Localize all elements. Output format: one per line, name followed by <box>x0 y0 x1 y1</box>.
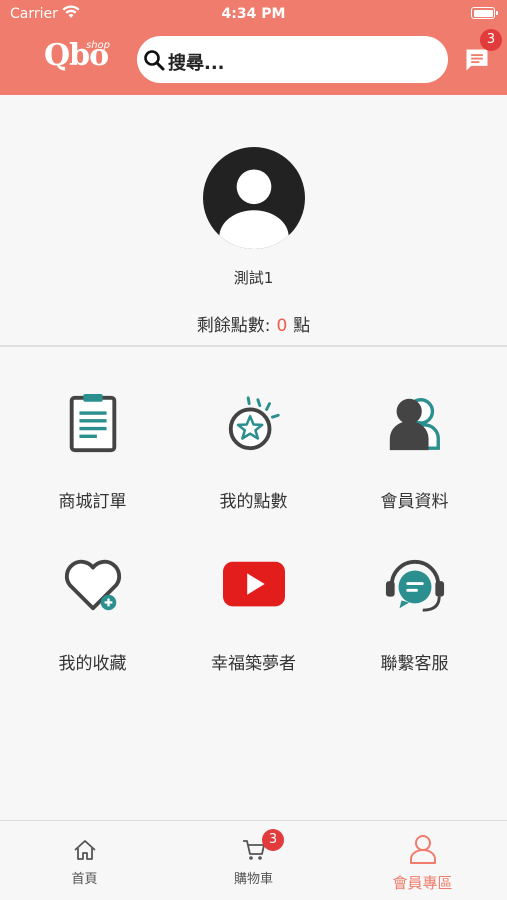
home-icon <box>74 840 96 860</box>
headset-icon <box>385 559 445 612</box>
avatar-icon[interactable] <box>203 147 305 249</box>
points-value: 0 <box>276 316 288 336</box>
profile-section: 測試1 剩餘點數: 0 點 <box>0 95 507 347</box>
points-unit: 點 <box>293 316 311 336</box>
clock: 4:34 PM <box>221 6 286 22</box>
menu-item-points[interactable]: 我的點數 <box>169 380 338 530</box>
menu-label: 幸福築夢者 <box>211 654 296 674</box>
tab-label: 購物車 <box>233 872 273 887</box>
tab-cart[interactable]: 購物車 <box>169 821 338 900</box>
menu-item-profile[interactable]: 會員資料 <box>330 380 499 530</box>
tab-label: 首頁 <box>71 872 98 887</box>
tab-bar: 首頁 購物車 會員專區 <box>0 820 507 900</box>
app-header: Carrier 4:34 PM Qbo shop 搜尋... 3 <box>0 0 507 95</box>
status-bar: Carrier 4:34 PM <box>0 0 507 30</box>
points-display: 剩餘點數: 0 點 <box>0 311 507 336</box>
tab-label: 會員專區 <box>392 874 453 892</box>
menu-item-support[interactable]: 聯繫客服 <box>330 542 499 692</box>
menu-label: 會員資料 <box>380 492 449 512</box>
shop-logo[interactable]: Qbo shop <box>44 38 120 78</box>
star-badge-icon <box>228 396 280 451</box>
menu-item-favorites[interactable]: 我的收藏 <box>8 542 177 692</box>
tab-home[interactable]: 首頁 <box>0 821 169 900</box>
search-bar[interactable]: 搜尋... <box>137 36 448 83</box>
logo-subtext: shop <box>86 40 111 51</box>
search-icon <box>144 50 165 71</box>
menu-label: 商城訂單 <box>58 492 127 512</box>
battery-icon <box>471 7 498 19</box>
points-label: 剩餘點數: <box>196 316 271 336</box>
heart-plus-icon <box>64 559 122 611</box>
youtube-icon <box>223 561 285 607</box>
menu-item-youtube[interactable]: 幸福築夢者 <box>169 542 338 692</box>
cart-badge: 3 <box>262 829 284 851</box>
tab-member[interactable]: 會員專區 <box>338 821 507 900</box>
search-input[interactable]: 搜尋... <box>168 49 225 75</box>
menu-item-orders[interactable]: 商城訂單 <box>8 380 177 530</box>
user-icon <box>410 835 436 864</box>
message-badge: 3 <box>480 29 502 51</box>
username: 測試1 <box>233 269 274 287</box>
menu-label: 我的點數 <box>219 492 288 512</box>
menu-label: 聯繫客服 <box>380 654 449 674</box>
clipboard-icon <box>69 393 117 453</box>
menu-label: 我的收藏 <box>58 654 127 674</box>
members-icon <box>389 398 440 451</box>
